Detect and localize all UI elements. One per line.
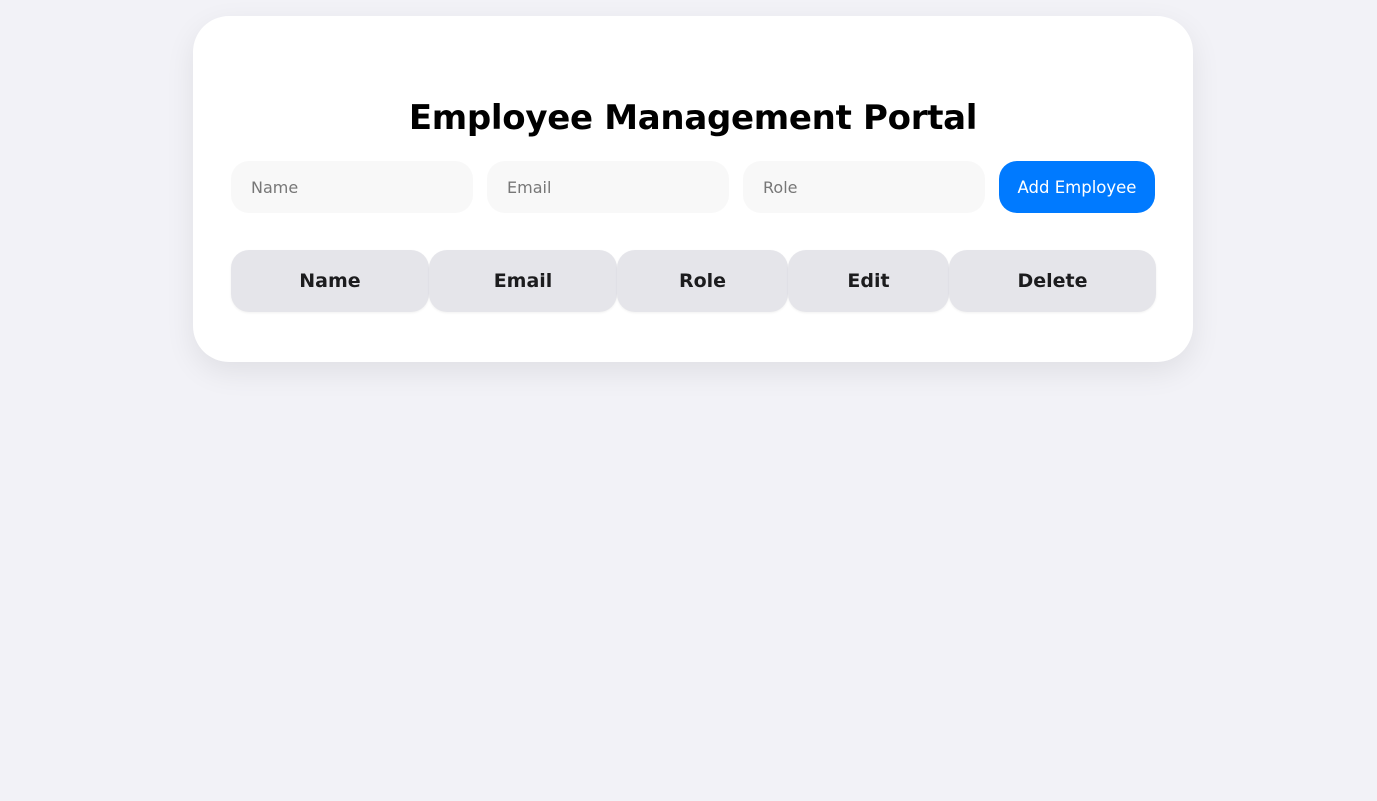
column-header-role: Role <box>617 250 788 312</box>
column-header-email: Email <box>429 250 617 312</box>
name-input[interactable] <box>231 161 473 213</box>
column-header-delete: Delete <box>949 250 1156 312</box>
employee-card: Employee Management Portal Add Employee … <box>193 16 1193 362</box>
column-header-edit: Edit <box>788 250 949 312</box>
employee-table-header: Name Email Role Edit Delete <box>231 250 1156 312</box>
role-input[interactable] <box>743 161 985 213</box>
add-employee-form: Add Employee <box>231 161 1155 213</box>
page-title: Employee Management Portal <box>408 98 978 138</box>
add-employee-button[interactable]: Add Employee <box>999 161 1155 213</box>
column-header-name: Name <box>231 250 429 312</box>
email-input[interactable] <box>487 161 729 213</box>
